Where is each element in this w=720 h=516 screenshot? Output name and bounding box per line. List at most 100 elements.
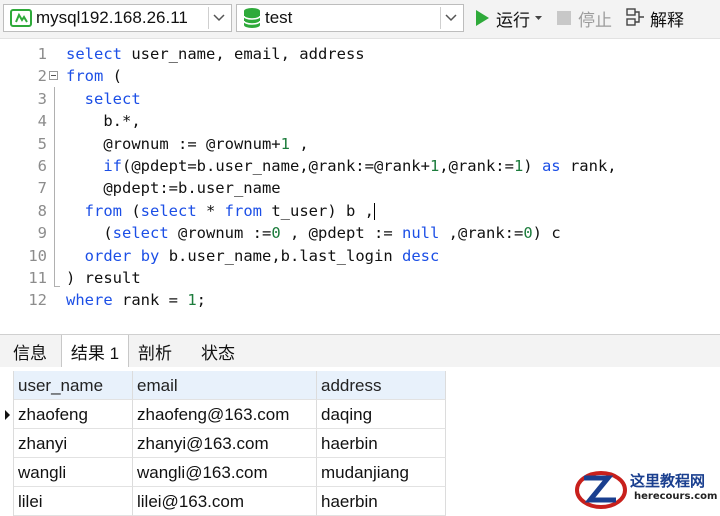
table-cell[interactable]: mudanjiang — [317, 458, 446, 487]
sql-text: ,@rank:= — [439, 157, 514, 175]
site-url: herecours.com — [634, 491, 718, 502]
connection-icon — [10, 8, 32, 28]
code-line[interactable]: 4 b.*, — [0, 110, 720, 132]
sql-keyword: desc — [402, 246, 440, 265]
sql-text: user_name, email, address — [122, 45, 365, 63]
line-number: 8 — [37, 201, 47, 220]
stop-button[interactable]: 停止 — [556, 6, 612, 30]
sql-text: ( — [122, 201, 141, 220]
fold-icon[interactable] — [49, 65, 62, 87]
site-logo-icon — [574, 468, 628, 515]
code-line[interactable]: 6 if(@pdept=b.user_name,@rank:=@rank+1,@… — [0, 155, 720, 177]
sql-text: ) c — [532, 224, 561, 243]
sql-keyword: from — [66, 67, 104, 86]
code-line[interactable]: 1 select user_name, email, address — [0, 43, 720, 65]
sql-text: @rownum := @rownum+ — [66, 134, 281, 153]
code-line[interactable]: 3 select — [0, 88, 720, 110]
explain-button[interactable]: 解释 — [626, 6, 684, 30]
tab-profile[interactable]: 剖析 — [129, 335, 181, 367]
sql-text: b.user_name,b.last_login — [159, 246, 402, 265]
code-line[interactable]: 5 @rownum := @rownum+1 , — [0, 133, 720, 155]
table-cell[interactable]: wangli@163.com — [133, 458, 317, 487]
line-number: 7 — [37, 179, 47, 198]
sql-keyword: order — [84, 246, 132, 265]
site-watermark: 这里教程网 herecours.com — [570, 466, 720, 512]
stop-label: 停止 — [578, 10, 612, 30]
sql-text: b.*, — [66, 112, 141, 131]
row-selector[interactable] — [0, 400, 14, 429]
column-header-user-name[interactable]: user_name — [14, 371, 133, 400]
database-name: test — [265, 8, 293, 27]
table-cell[interactable]: zhanyi — [14, 429, 133, 458]
table-cell[interactable]: wangli — [14, 458, 133, 487]
connection-select[interactable]: mysql192.168.26.11 — [3, 4, 232, 32]
sql-text: * — [196, 201, 225, 220]
code-line[interactable]: 2 from ( — [0, 65, 720, 87]
toolbar: mysql192.168.26.11 test 运行 停止 解释 — [0, 0, 720, 39]
line-number: 5 — [37, 134, 47, 153]
code-line[interactable]: 11) result — [0, 267, 720, 289]
table-cell[interactable]: zhaofeng — [14, 400, 133, 429]
tab-result-1[interactable]: 结果 1 — [61, 335, 129, 368]
row-selector[interactable] — [0, 458, 14, 487]
dropdown-arrow-icon[interactable] — [535, 15, 542, 21]
sql-number: 0 — [523, 224, 533, 243]
sql-keyword: select — [66, 45, 122, 63]
code-line[interactable]: 10 order by b.user_name,b.last_login des… — [0, 245, 720, 267]
code-line[interactable]: 9 (select @rownum :=0 , @pdept := null ,… — [0, 222, 720, 244]
sql-text: ) result — [66, 269, 141, 287]
chevron-down-icon[interactable] — [440, 7, 461, 29]
sql-editor[interactable]: 1 select user_name, email, address 2 from (… — [0, 39, 720, 329]
run-label: 运行 — [496, 10, 530, 30]
sql-text: ,@rank:= — [439, 224, 524, 243]
code-text: ) result — [66, 267, 141, 289]
run-button[interactable]: 运行 — [474, 6, 542, 30]
code-line[interactable]: 12 where rank = 1; — [0, 289, 720, 311]
table-cell[interactable]: zhaofeng@163.com — [133, 400, 317, 429]
sql-text: rank, — [560, 157, 617, 175]
column-header-email[interactable]: email — [133, 371, 317, 400]
column-header-address[interactable]: address — [317, 371, 446, 400]
table-row[interactable]: zhanyi zhanyi@163.com haerbin — [0, 429, 446, 458]
table-row[interactable]: wangli wangli@163.com mudanjiang — [0, 458, 446, 487]
sql-text: ( — [103, 67, 122, 86]
code-text: where rank = 1; — [66, 289, 206, 311]
sql-keyword: from — [224, 201, 262, 220]
table-cell[interactable]: haerbin — [317, 429, 446, 458]
table-row[interactable]: zhaofeng zhaofeng@163.com daqing — [0, 400, 446, 429]
code-text: from (select * from t_user) b , — [66, 200, 375, 222]
code-text: if(@pdept=b.user_name,@rank:=@rank+1,@ra… — [66, 155, 617, 177]
sql-text: ( — [66, 224, 113, 243]
tab-info[interactable]: 信息 — [0, 335, 60, 367]
sql-keyword: select — [84, 89, 141, 108]
row-selector[interactable] — [0, 429, 14, 458]
table-cell[interactable]: zhanyi@163.com — [133, 429, 317, 458]
sql-text: rank = — [112, 291, 188, 310]
table-cell[interactable]: daqing — [317, 400, 446, 429]
line-number: 1 — [37, 45, 47, 63]
sql-text: ; — [196, 291, 207, 310]
chevron-down-icon[interactable] — [208, 7, 229, 29]
sql-keyword: if — [103, 157, 122, 175]
code-text: select — [66, 88, 141, 110]
line-number: 6 — [37, 157, 47, 175]
code-line[interactable]: 8 from (select * from t_user) b , — [0, 200, 720, 222]
sql-text: (@pdept=b.user_name,@rank:=@rank+ — [122, 157, 430, 175]
tab-status[interactable]: 状态 — [190, 335, 246, 367]
stop-icon — [556, 10, 572, 26]
database-icon — [243, 7, 261, 29]
sql-number: 0 — [271, 224, 281, 243]
code-text: @pdept:=b.user_name — [66, 177, 280, 199]
sql-number: 1 — [280, 134, 290, 153]
line-number: 3 — [37, 89, 47, 108]
run-icon — [474, 9, 490, 27]
text-cursor — [373, 202, 375, 220]
code-text: b.*, — [66, 110, 141, 132]
database-select[interactable]: test — [236, 4, 464, 32]
code-line[interactable]: 7 @pdept:=b.user_name — [0, 177, 720, 199]
line-number: 9 — [37, 224, 47, 243]
result-tabs: 信息 结果 1 剖析 状态 — [0, 334, 720, 368]
